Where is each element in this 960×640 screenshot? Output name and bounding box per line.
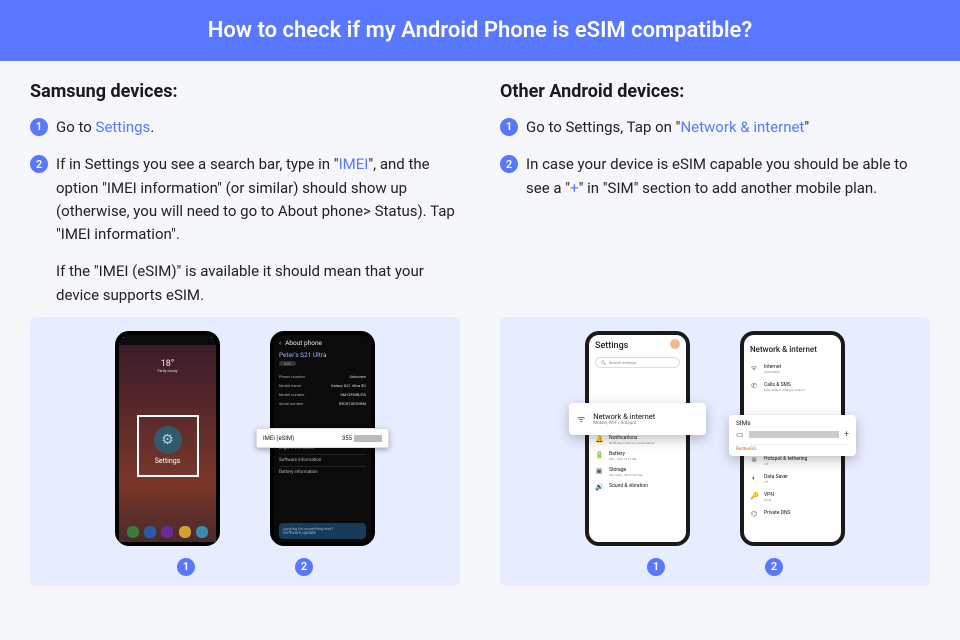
- samsung-phone-home: •• 18° Partly cloudy ⚙ Settings: [115, 331, 220, 546]
- plus-link[interactable]: +: [570, 179, 579, 197]
- samsung-steps: 1 Go to Settings. 2 If in Settings you s…: [30, 116, 460, 246]
- android-phone-network: Network & internet ᯤInternetAndroidWifi …: [740, 331, 845, 546]
- other-step-2: 2 In case your device is eSIM capable yo…: [500, 153, 930, 200]
- phone-icon: ✆: [750, 382, 758, 390]
- samsung-step-1: 1 Go to Settings.: [30, 116, 460, 139]
- screenshots-row: •• 18° Partly cloudy ⚙ Settings: [0, 317, 960, 586]
- gear-icon: ⚙: [154, 426, 182, 454]
- imei-link[interactable]: IMEI: [339, 155, 369, 173]
- samsung-badges: 1 2: [177, 558, 313, 576]
- datasaver-icon: ◐: [750, 474, 758, 482]
- other-heading: Other Android devices:: [500, 81, 930, 102]
- settings-title: Settings: [595, 341, 680, 351]
- notifications-icon: 🔔: [595, 435, 603, 443]
- plus-icon: +: [844, 430, 849, 440]
- search-pill: 🔍 Search settings: [595, 357, 680, 368]
- instructions-row: Samsung devices: 1 Go to Settings. 2 If …: [0, 61, 960, 317]
- other-column: Other Android devices: 1 Go to Settings,…: [500, 81, 930, 307]
- page-title: How to check if my Android Phone is eSIM…: [208, 18, 752, 43]
- weather-widget: 18° Partly cloudy: [157, 359, 177, 373]
- info-rows: Phone numberUnknown Model nameGalaxy S21…: [279, 372, 366, 408]
- network-internet-callout: ᯤ Network & internet Mobile, Wi-Fi, hots…: [569, 403, 706, 435]
- samsung-phone-about: ‹ About phone Peter's S21 Ultra Edit Pho…: [270, 331, 375, 546]
- hotspot-icon: ⊚: [750, 456, 758, 464]
- wifi-icon: ᯤ: [750, 364, 758, 372]
- sim-line: RedteaGO: [736, 444, 849, 452]
- vpn-icon: 🔑: [750, 492, 758, 500]
- about-header: About phone: [285, 339, 322, 347]
- about-footer: Looking for something else? Software upd…: [279, 523, 366, 539]
- samsung-step-extra: If the "IMEI (eSIM)" is available it sho…: [30, 260, 460, 307]
- avatar-icon: [670, 339, 680, 349]
- sims-heading: SIMs: [736, 419, 849, 427]
- samsung-column: Samsung devices: 1 Go to Settings. 2 If …: [30, 81, 460, 307]
- badge-2: 2: [295, 558, 313, 576]
- other-steps: 1 Go to Settings, Tap on "Network & inte…: [500, 116, 930, 200]
- settings-app-highlight: ⚙ Settings: [137, 415, 199, 477]
- edit-button: Edit: [279, 361, 296, 366]
- other-step-1: 1 Go to Settings, Tap on "Network & inte…: [500, 116, 930, 139]
- search-icon: 🔍: [601, 360, 606, 365]
- android-phone-settings: Settings 🔍 Search settings ▦AppsAssistan…: [585, 331, 690, 546]
- dock-icon: [179, 526, 191, 538]
- redacted-value: [749, 431, 839, 438]
- step-badge: 1: [500, 118, 518, 136]
- sim-icon: ▭: [736, 430, 744, 439]
- other-badges: 1 2: [647, 558, 783, 576]
- network-internet-link[interactable]: Network & internet: [680, 118, 804, 136]
- samsung-step-2: 2 If in Settings you see a search bar, t…: [30, 153, 460, 246]
- step-badge: 1: [30, 118, 48, 136]
- dock-icon: [196, 526, 208, 538]
- dock-icon: [144, 526, 156, 538]
- step-badge: 2: [30, 155, 48, 173]
- network-title: Network & internet: [750, 345, 835, 354]
- page-header: How to check if my Android Phone is eSIM…: [0, 0, 960, 61]
- imei-esim-callout: IMEI (eSIM) 355: [256, 428, 389, 448]
- sims-callout: SIMs ▭ + RedteaGO: [729, 415, 856, 456]
- dock-icon: [161, 526, 173, 538]
- redacted-value: [354, 435, 382, 442]
- other-screenshots: Settings 🔍 Search settings ▦AppsAssistan…: [500, 317, 930, 586]
- back-icon: ‹: [279, 339, 281, 347]
- dock: [119, 526, 216, 538]
- samsung-heading: Samsung devices:: [30, 81, 460, 102]
- badge-1: 1: [647, 558, 665, 576]
- dock-icon: [127, 526, 139, 538]
- settings-label: Settings: [155, 457, 181, 465]
- wifi-icon: ᯤ: [577, 412, 585, 425]
- samsung-screenshots: •• 18° Partly cloudy ⚙ Settings: [30, 317, 460, 586]
- step-badge: 2: [500, 155, 518, 173]
- sound-icon: 🔊: [595, 483, 603, 491]
- badge-1: 1: [177, 558, 195, 576]
- settings-link[interactable]: Settings: [96, 118, 151, 136]
- device-name: Peter's S21 Ultra: [279, 351, 366, 359]
- battery-icon: 🔋: [595, 451, 603, 459]
- dns-icon: ⌬: [750, 510, 758, 518]
- imei-label: IMEI (eSIM): [263, 435, 294, 442]
- storage-icon: ▣: [595, 467, 603, 475]
- badge-2: 2: [765, 558, 783, 576]
